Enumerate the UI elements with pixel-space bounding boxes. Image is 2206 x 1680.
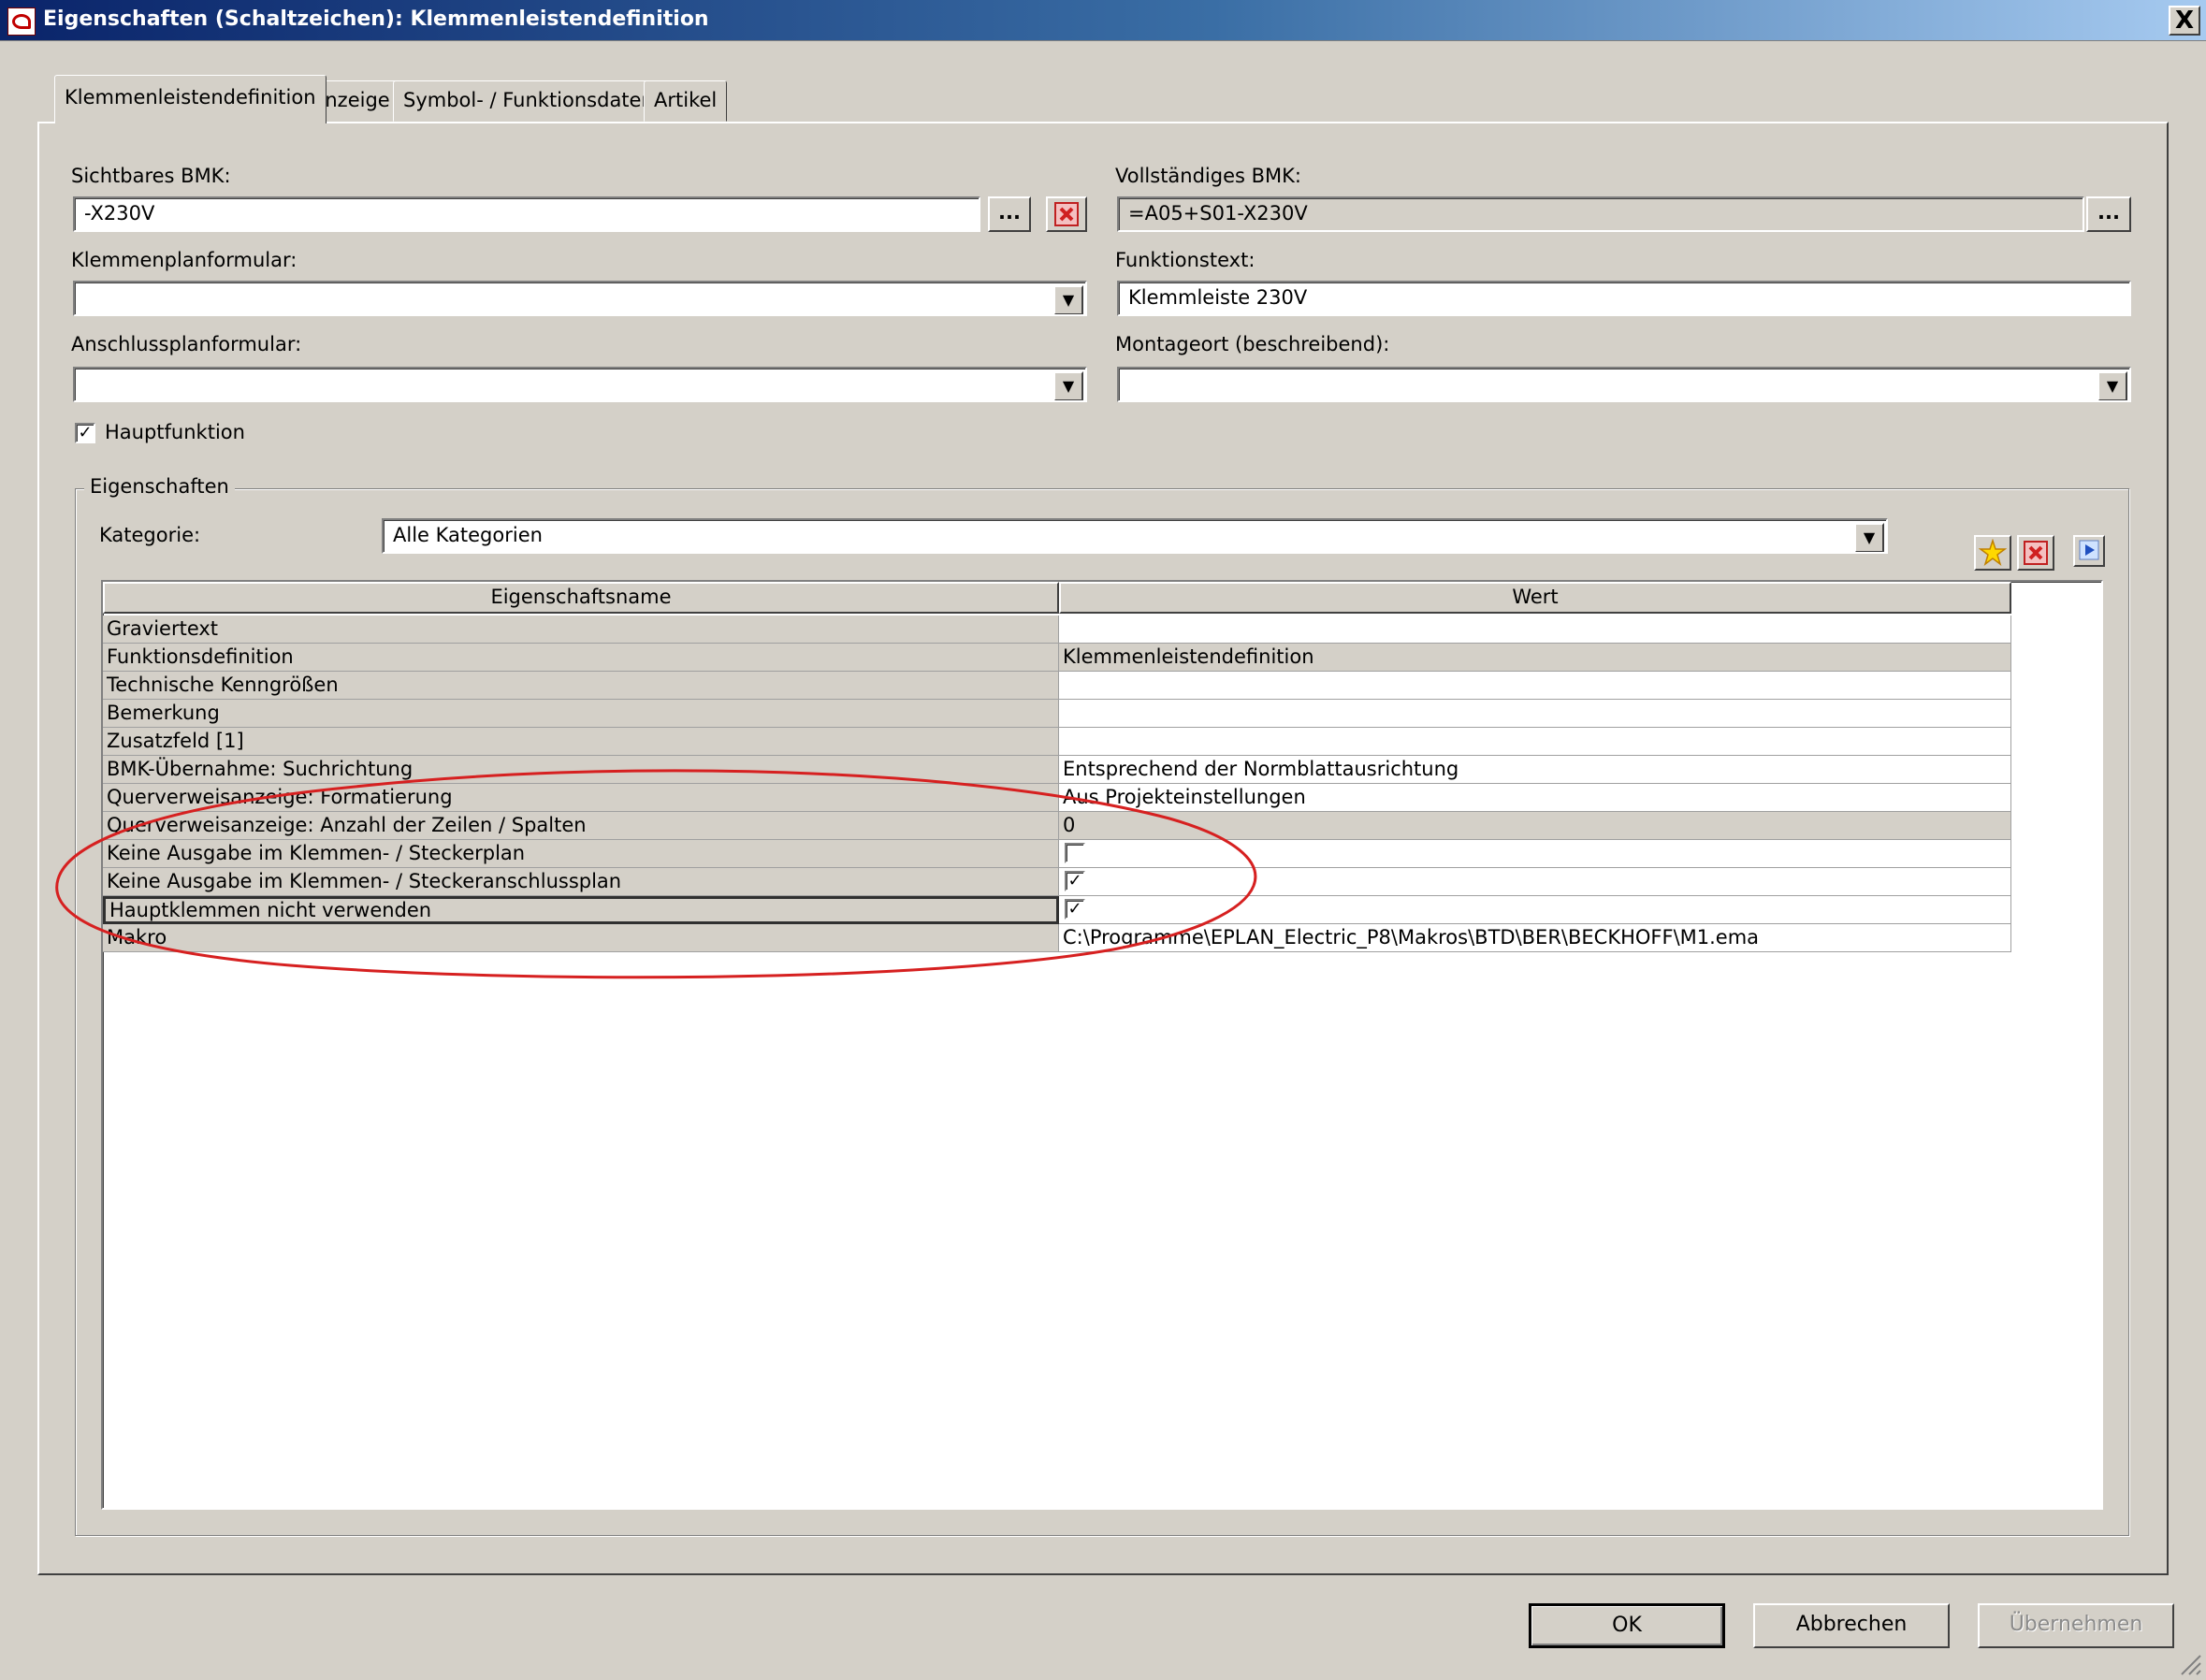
expand-button[interactable]	[2073, 535, 2105, 567]
new-star-icon	[1978, 538, 2008, 566]
delete-icon	[1054, 202, 1079, 226]
tab-klemmenleistendefinition[interactable]: Klemmenleistendefinition	[54, 75, 327, 123]
chevron-down-icon[interactable]: ▼	[1053, 285, 1083, 314]
kategorie-select[interactable]: Alle Kategorien ▼	[382, 518, 1888, 554]
vollstaendiges-bmk-input[interactable]: =A05+S01-X230V	[1117, 196, 2084, 232]
sichtbares-bmk-browse-button[interactable]: ...	[988, 196, 1031, 232]
column-header-name[interactable]: Eigenschaftsname	[103, 582, 1059, 614]
row-name-graviertext: Graviertext	[103, 616, 1059, 644]
row-value-technische-kenngroessen[interactable]	[1059, 672, 2011, 700]
delete-icon	[2024, 541, 2048, 565]
kategorie-value: Alle Kategorien	[393, 524, 543, 546]
close-button[interactable]: X	[2169, 6, 2200, 36]
row-name-technische-kenngroessen: Technische Kenngrößen	[103, 672, 1059, 700]
hauptfunktion-checkbox[interactable]: ✓	[75, 423, 95, 443]
eigenschaften-group-title: Eigenschaften	[84, 475, 235, 498]
ok-button[interactable]: OK	[1529, 1603, 1725, 1648]
row-name-funktionsdefinition: Funktionsdefinition	[103, 644, 1059, 672]
resize-grip-icon[interactable]	[2176, 1650, 2202, 1676]
klemmenplanformular-label: Klemmenplanformular:	[71, 249, 298, 271]
eplan-app-icon	[7, 7, 36, 36]
anschlussplanformular-label: Anschlussplanformular:	[71, 333, 302, 355]
kategorie-label: Kategorie:	[99, 524, 201, 546]
window-title: Eigenschaften (Schaltzeichen): Klemmenle…	[43, 7, 709, 31]
tab-artikel[interactable]: Artikel	[644, 80, 728, 122]
vollstaendiges-bmk-browse-button[interactable]: ...	[2086, 196, 2131, 232]
delete-bmk-button[interactable]	[1046, 196, 1087, 232]
chevron-down-icon[interactable]: ▼	[2097, 371, 2127, 400]
sichtbares-bmk-label: Sichtbares BMK:	[71, 165, 231, 187]
funktionstext-input[interactable]: Klemmleiste 230V	[1117, 281, 2131, 316]
row-value-graviertext[interactable]	[1059, 616, 2011, 644]
sichtbares-bmk-input[interactable]: -X230V	[73, 196, 980, 232]
new-property-button[interactable]	[1974, 535, 2011, 571]
row-name-zusatzfeld: Zusatzfeld [1]	[103, 728, 1059, 756]
annotation-ellipse	[55, 769, 1257, 979]
hauptfunktion-label: Hauptfunktion	[105, 421, 245, 443]
play-arrow-icon	[2079, 540, 2099, 560]
anschlussplanformular-select[interactable]: ▼	[73, 367, 1087, 402]
chevron-down-icon[interactable]: ▼	[1053, 371, 1083, 400]
tab-symbol-funktionsdaten[interactable]: Symbol- / Funktionsdaten	[393, 80, 664, 122]
column-header-value[interactable]: Wert	[1059, 582, 2011, 614]
chevron-down-icon[interactable]: ▼	[1854, 523, 1884, 552]
montageort-select[interactable]: ▼	[1117, 367, 2131, 402]
funktionstext-label: Funktionstext:	[1115, 249, 1255, 271]
apply-button[interactable]: Übernehmen	[1978, 1603, 2174, 1648]
montageort-label: Montageort (beschreibend):	[1115, 333, 1390, 355]
cancel-button[interactable]: Abbrechen	[1753, 1603, 1950, 1648]
row-value-zusatzfeld[interactable]	[1059, 728, 2011, 756]
row-value-funktionsdefinition[interactable]: Klemmenleistendefinition	[1059, 644, 2011, 672]
row-name-bemerkung: Bemerkung	[103, 700, 1059, 728]
klemmenplanformular-select[interactable]: ▼	[73, 281, 1087, 316]
vollstaendiges-bmk-label: Vollständiges BMK:	[1115, 165, 1302, 187]
row-value-bemerkung[interactable]	[1059, 700, 2011, 728]
delete-property-button[interactable]	[2017, 535, 2054, 571]
